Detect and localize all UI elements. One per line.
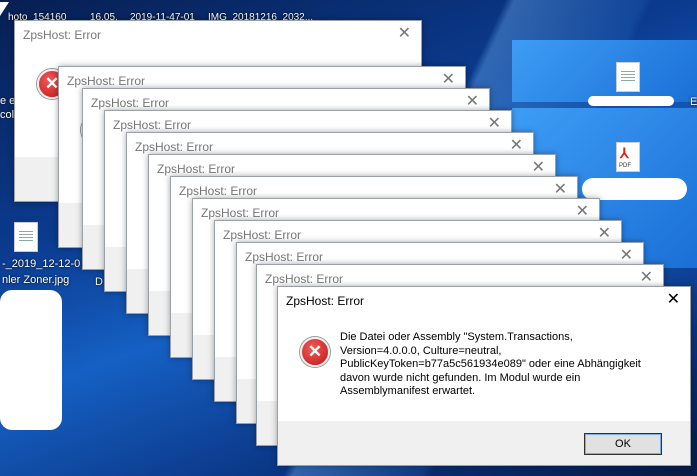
dialog-title: ZpsHost: Error	[91, 96, 170, 110]
document-icon[interactable]	[616, 62, 640, 92]
dialog-title: ZpsHost: Error	[245, 250, 324, 264]
close-icon[interactable]: ✕	[466, 94, 479, 110]
close-icon[interactable]: ✕	[554, 182, 567, 198]
redaction-scribble	[588, 96, 674, 106]
ok-button[interactable]: OK	[584, 433, 662, 455]
dialog-title: ZpsHost: Error	[135, 140, 214, 154]
dialog-footer: OK	[278, 421, 690, 465]
close-icon[interactable]: ✕	[640, 270, 653, 286]
close-icon[interactable]: ✕	[398, 26, 411, 42]
desktop-label[interactable]: col	[0, 109, 14, 121]
error-dialog-front: ZpsHost: Error ✕ ✕ Die Datei oder Assemb…	[277, 286, 691, 466]
title-bar[interactable]: ZpsHost: Error ✕	[278, 287, 690, 317]
pdf-tag: PDF	[619, 163, 631, 169]
dialog-title: ZpsHost: Error	[67, 74, 146, 88]
close-icon[interactable]: ✕	[620, 248, 633, 264]
title-bar[interactable]: ZpsHost: Error ✕	[15, 21, 421, 51]
dialog-title: ZpsHost: Error	[179, 184, 258, 198]
redaction-scribble	[582, 178, 687, 200]
dialog-title: ZpsHost: Error	[223, 228, 302, 242]
pdf-symbol: ⅄	[620, 145, 629, 161]
desktop-top-icons: hoto_154160 16.05. 2019-11-47-01 IMG_201…	[0, 0, 697, 23]
redaction-scribble	[0, 290, 62, 430]
error-message: Die Datei oder Assembly "System.Transact…	[340, 331, 641, 397]
pdf-icon[interactable]: ⅄ PDF	[616, 142, 640, 172]
error-icon: ✕	[300, 337, 330, 367]
close-icon[interactable]: ✕	[598, 226, 611, 242]
close-icon[interactable]: ✕	[442, 72, 455, 88]
close-icon[interactable]: ✕	[667, 292, 680, 308]
dialog-title: ZpsHost: Error	[157, 162, 236, 176]
close-icon[interactable]: ✕	[576, 204, 589, 220]
desktop-label[interactable]: -_2019_12-12-0	[2, 258, 80, 270]
desktop-label[interactable]: D	[95, 276, 103, 288]
document-icon[interactable]	[14, 222, 38, 252]
desktop-label[interactable]: nler Zoner.jpg	[2, 274, 69, 286]
desktop-label[interactable]: e e	[0, 95, 15, 107]
close-icon[interactable]: ✕	[532, 160, 545, 176]
close-icon[interactable]: ✕	[510, 138, 523, 154]
dialog-title: ZpsHost: Error	[286, 294, 365, 308]
windows-logo-pane-top	[512, 40, 697, 102]
dialog-title: ZpsHost: Error	[265, 272, 344, 286]
dialog-title: ZpsHost: Error	[201, 206, 280, 220]
dialog-title: ZpsHost: Error	[113, 118, 192, 132]
desktop-label[interactable]: E	[690, 96, 697, 108]
dialog-title: ZpsHost: Error	[23, 28, 102, 42]
close-icon[interactable]: ✕	[488, 116, 501, 132]
